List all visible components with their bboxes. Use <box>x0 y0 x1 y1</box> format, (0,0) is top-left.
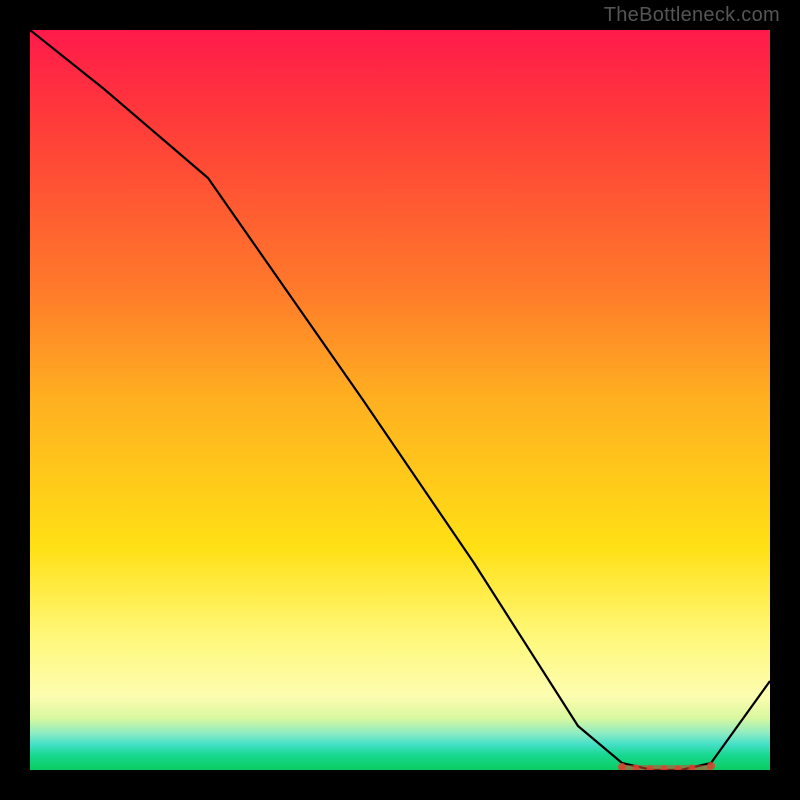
line-chart-svg <box>30 30 770 770</box>
watermark-text: TheBottleneck.com <box>604 4 780 27</box>
optimal-range-markers <box>618 762 715 770</box>
chart-container: TheBottleneck.com <box>0 0 800 800</box>
plot-area <box>30 30 770 770</box>
bottleneck-curve <box>30 30 770 770</box>
